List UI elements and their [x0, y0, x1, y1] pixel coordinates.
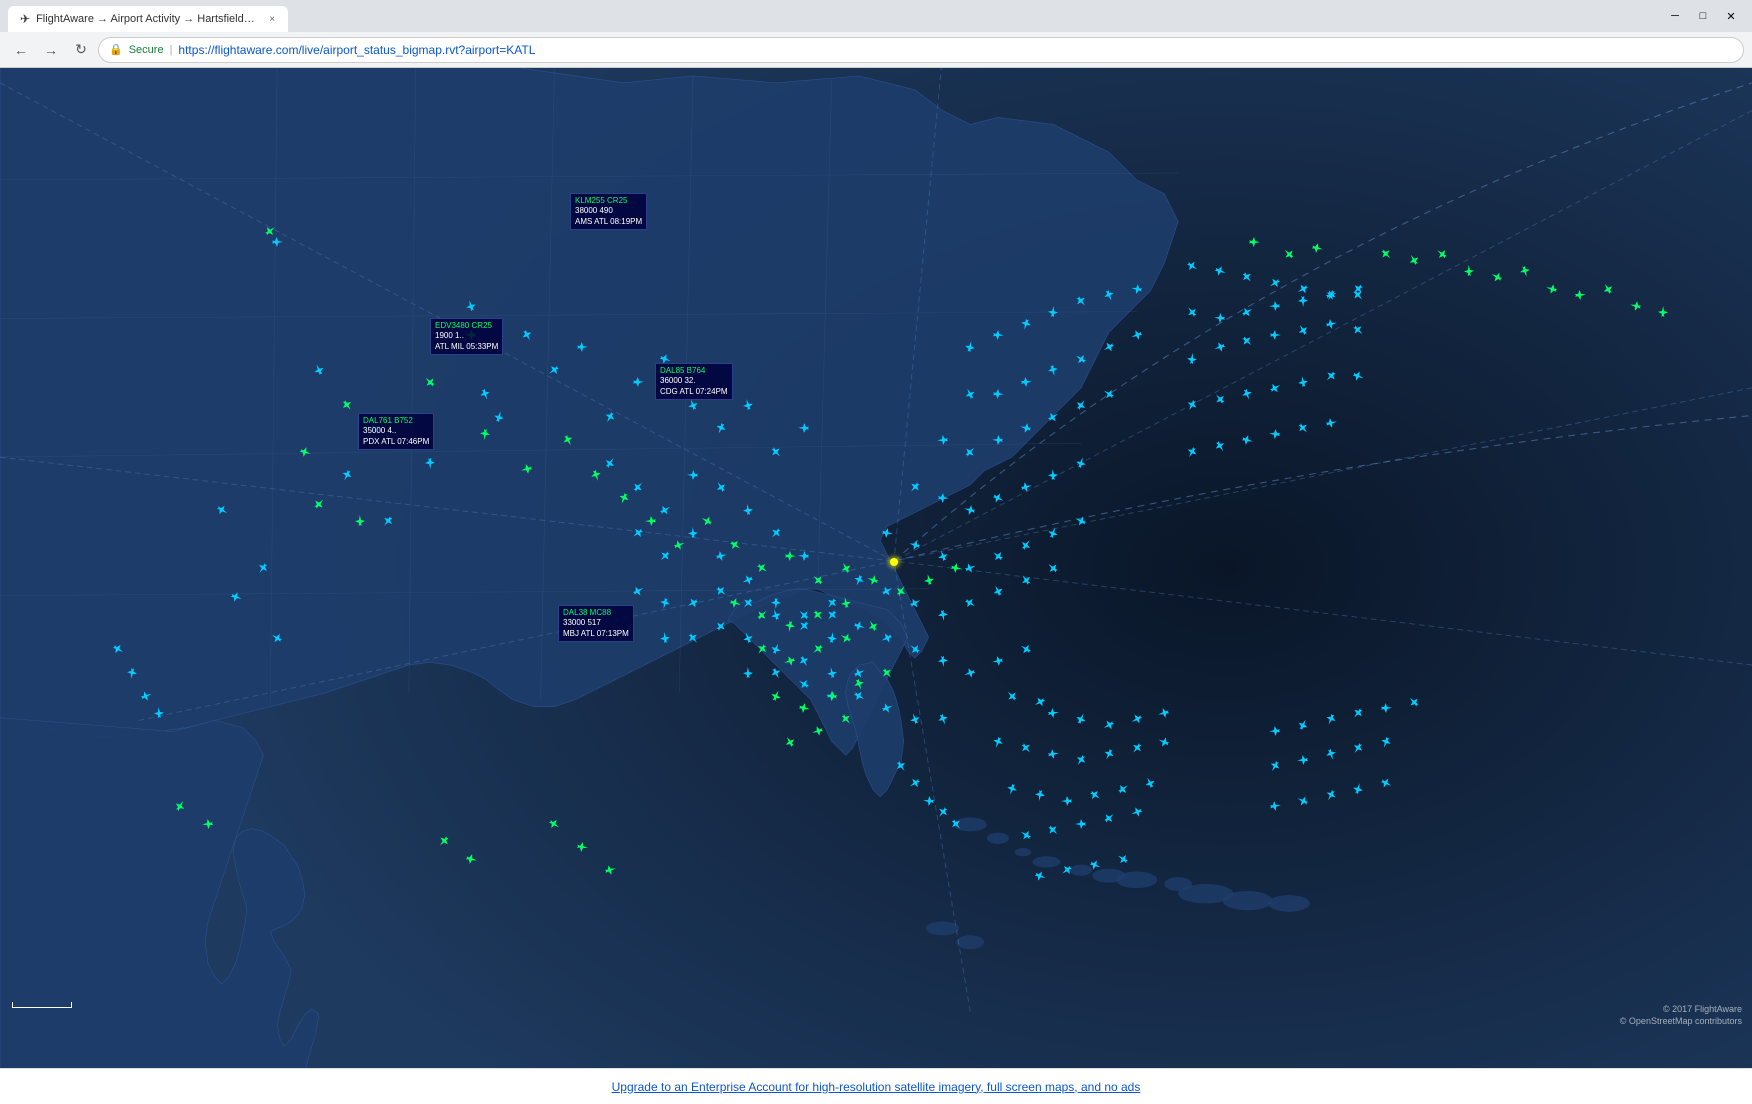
- url-text: https://flightaware.com/live/airport_sta…: [178, 43, 535, 57]
- scale-bar: [12, 1002, 72, 1008]
- scale-line: [12, 1002, 72, 1008]
- close-button[interactable]: ✕: [1718, 3, 1744, 29]
- active-tab[interactable]: ✈ FlightAware → Airport Activity → Harts…: [8, 6, 288, 32]
- maximize-button[interactable]: □: [1690, 3, 1716, 29]
- secure-icon: 🔒: [109, 43, 123, 56]
- url-bar[interactable]: 🔒 Secure | https://flightaware.com/live/…: [98, 37, 1744, 63]
- secure-label: Secure: [129, 44, 164, 56]
- tab-close-button[interactable]: ×: [268, 12, 276, 26]
- url-separator: |: [170, 44, 173, 56]
- copyright-notice: © 2017 FlightAware © OpenStreetMap contr…: [1620, 1003, 1742, 1028]
- tab-favicon: ✈: [20, 12, 30, 26]
- chrome-window: ✈ FlightAware → Airport Activity → Harts…: [0, 0, 1752, 1104]
- refresh-button[interactable]: ↻: [68, 37, 94, 63]
- tab-title: FlightAware → Airport Activity → Hartsfi…: [36, 13, 258, 25]
- minimize-button[interactable]: ─: [1662, 3, 1688, 29]
- address-bar: ← → ↻ 🔒 Secure | https://flightaware.com…: [0, 32, 1752, 68]
- title-bar: ✈ FlightAware → Airport Activity → Harts…: [0, 0, 1752, 32]
- upgrade-link[interactable]: Upgrade to an Enterprise Account for hig…: [612, 1080, 1141, 1094]
- window-controls: ─ □ ✕: [1662, 3, 1744, 29]
- forward-button[interactable]: →: [38, 37, 64, 63]
- back-button[interactable]: ←: [8, 37, 34, 63]
- map-container[interactable]: KLM255 CR25 38000 490 AMS ATL 08:19PM DA…: [0, 68, 1752, 1068]
- flight-map: [0, 68, 1752, 1068]
- tab-area: ✈ FlightAware → Airport Activity → Harts…: [8, 0, 1662, 32]
- bottom-bar: Upgrade to an Enterprise Account for hig…: [0, 1068, 1752, 1104]
